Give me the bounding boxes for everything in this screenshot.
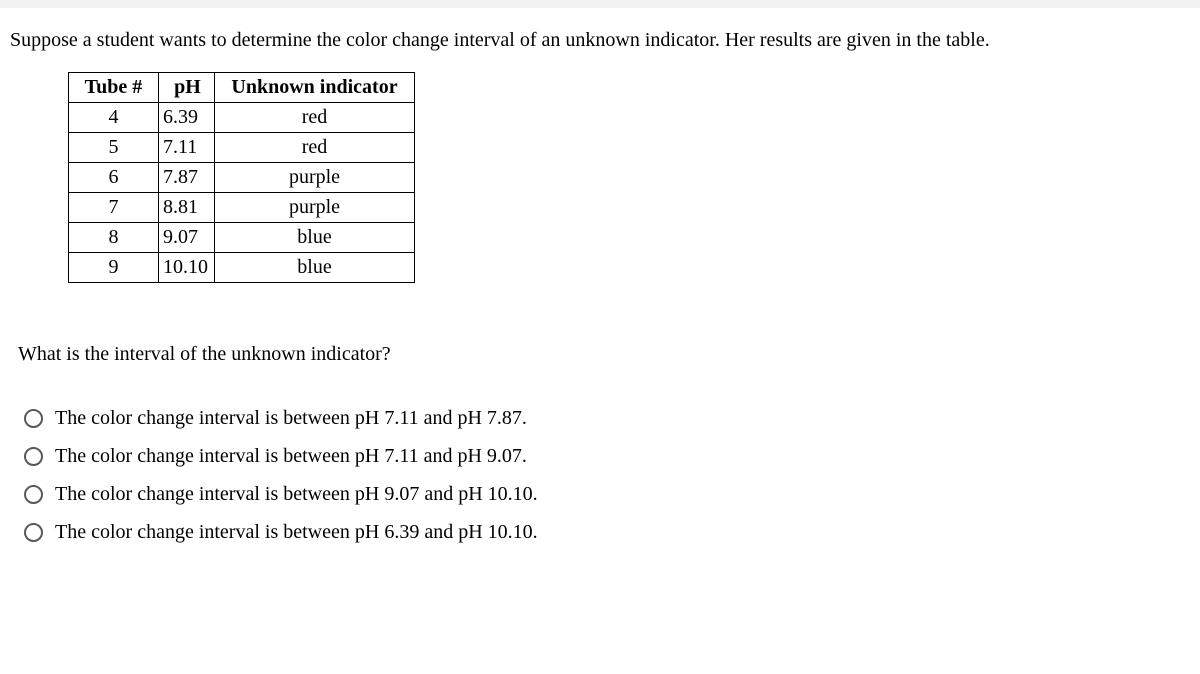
cell-tube: 6 xyxy=(69,163,159,193)
options-group: The color change interval is between pH … xyxy=(24,404,1190,546)
table-row: 5 7.11 red xyxy=(69,133,415,163)
table-row: 9 10.10 blue xyxy=(69,253,415,283)
cell-ph: 9.07 xyxy=(159,223,215,253)
option-label: The color change interval is between pH … xyxy=(55,480,538,508)
cell-tube: 7 xyxy=(69,193,159,223)
table-row: 4 6.39 red xyxy=(69,103,415,133)
question-content: Suppose a student wants to determine the… xyxy=(0,8,1200,546)
radio-icon[interactable] xyxy=(24,447,43,466)
header-ph: pH xyxy=(159,73,215,103)
cell-indicator: blue xyxy=(215,253,415,283)
cell-ph: 10.10 xyxy=(159,253,215,283)
cell-indicator: purple xyxy=(215,163,415,193)
subquestion-text: What is the interval of the unknown indi… xyxy=(18,343,1190,366)
option-label: The color change interval is between pH … xyxy=(55,518,538,546)
radio-icon[interactable] xyxy=(24,485,43,504)
top-bar xyxy=(0,0,1200,8)
cell-indicator: red xyxy=(215,133,415,163)
cell-ph: 7.11 xyxy=(159,133,215,163)
table-header-row: Tube # pH Unknown indicator xyxy=(69,73,415,103)
radio-icon[interactable] xyxy=(24,523,43,542)
header-tube: Tube # xyxy=(69,73,159,103)
option-label: The color change interval is between pH … xyxy=(55,442,527,470)
cell-indicator: red xyxy=(215,103,415,133)
cell-tube: 9 xyxy=(69,253,159,283)
option-row[interactable]: The color change interval is between pH … xyxy=(24,518,1190,546)
cell-tube: 4 xyxy=(69,103,159,133)
option-label: The color change interval is between pH … xyxy=(55,404,527,432)
data-table-wrap: Tube # pH Unknown indicator 4 6.39 red 5… xyxy=(68,72,1190,283)
option-row[interactable]: The color change interval is between pH … xyxy=(24,442,1190,470)
data-table: Tube # pH Unknown indicator 4 6.39 red 5… xyxy=(68,72,415,283)
table-row: 8 9.07 blue xyxy=(69,223,415,253)
table-row: 7 8.81 purple xyxy=(69,193,415,223)
cell-tube: 5 xyxy=(69,133,159,163)
radio-icon[interactable] xyxy=(24,409,43,428)
cell-ph: 6.39 xyxy=(159,103,215,133)
cell-indicator: purple xyxy=(215,193,415,223)
header-indicator: Unknown indicator xyxy=(215,73,415,103)
cell-ph: 8.81 xyxy=(159,193,215,223)
cell-tube: 8 xyxy=(69,223,159,253)
cell-ph: 7.87 xyxy=(159,163,215,193)
table-row: 6 7.87 purple xyxy=(69,163,415,193)
option-row[interactable]: The color change interval is between pH … xyxy=(24,480,1190,508)
question-text: Suppose a student wants to determine the… xyxy=(10,26,1190,54)
cell-indicator: blue xyxy=(215,223,415,253)
option-row[interactable]: The color change interval is between pH … xyxy=(24,404,1190,432)
